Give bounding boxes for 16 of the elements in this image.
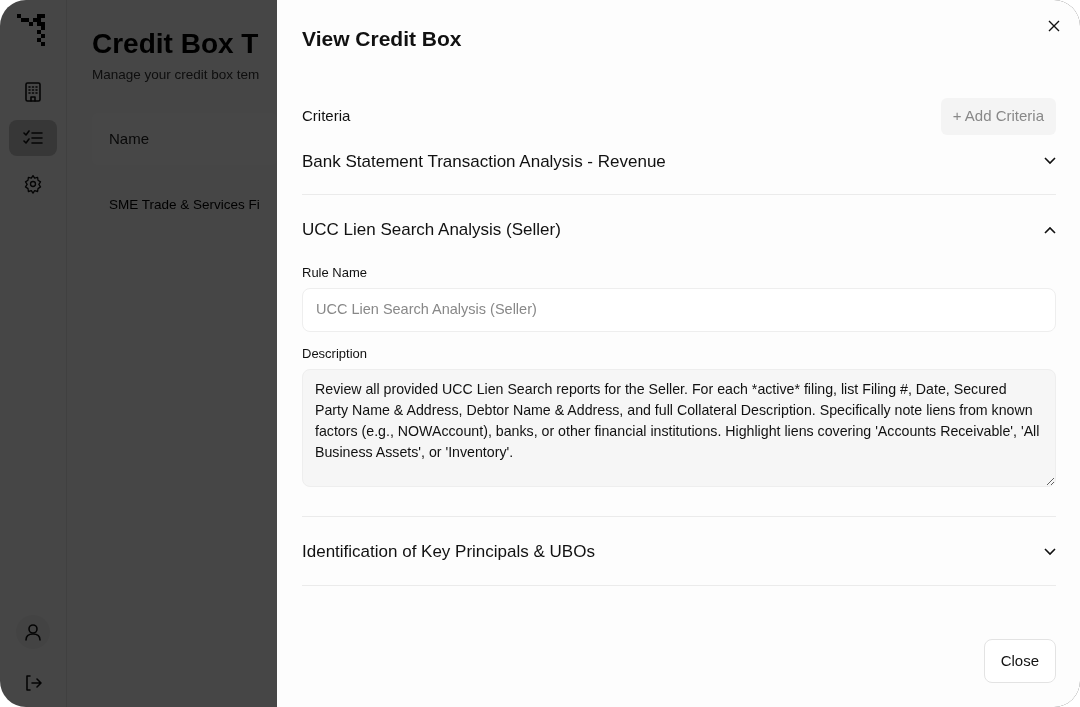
page-subtitle: Manage your credit box tem	[92, 65, 260, 84]
close-button[interactable]: Close	[983, 638, 1056, 683]
accordion-header[interactable]: UCC Lien Search Analysis (Seller)	[302, 195, 1056, 263]
chevron-icon	[1044, 225, 1056, 234]
accordion-header[interactable]: Identification of Key Principals & UBOs	[302, 517, 1056, 585]
accordion-header[interactable]: Bank Statement Transaction Analysis - Revenue	[302, 134, 1056, 195]
chevron-icon	[1044, 548, 1056, 557]
drawer-title: View Credit Box	[302, 26, 463, 52]
page-title: Credit Box T	[92, 27, 259, 61]
field-label: Description	[302, 344, 369, 363]
table-cell-text: SME Trade & Services Fi	[108, 195, 260, 214]
field-label: Rule Name	[302, 263, 369, 282]
section-label: Criteria	[302, 106, 351, 127]
chevron-icon	[1044, 157, 1056, 166]
close-icon	[1048, 20, 1060, 32]
description-field[interactable]: Review all provided UCC Lien Search reports for the Seller. For each *active* filing, list Filing #, Date, Secured Party Name & Address, Debtor Name & Address, and full Collateral Description. Specifically note liens from known factors (e.g., NOWAccount), banks, or other financial institutions. Highlight liens covering 'Accounts Receivable', 'All Business Assets', or 'Inventory'.	[302, 369, 1056, 488]
